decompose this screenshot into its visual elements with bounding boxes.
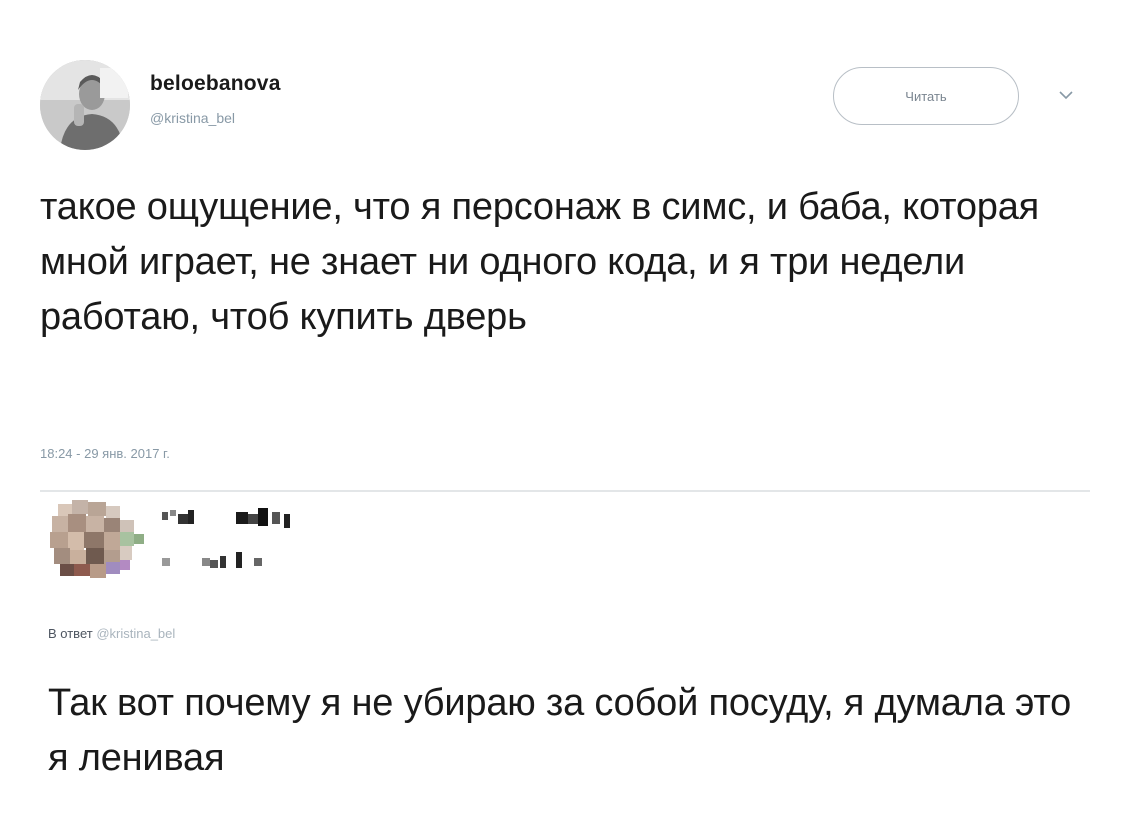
divider [40,490,1090,492]
pixelated-avatar-icon[interactable] [48,500,148,582]
author-handle[interactable]: @kristina_bel [150,110,235,126]
author-display-name[interactable]: beloebanova [150,72,281,96]
reply-text: Так вот почему я не убираю за собой посу… [48,682,1072,779]
redacted-display-name[interactable] [160,506,360,536]
reply-mention-link[interactable]: @kristina_bel [96,626,175,641]
reply-context: В ответ @kristina_bel [48,626,175,641]
tweet-text: такое ощущение, что я персонаж в симс, и… [40,186,1040,338]
follow-button[interactable]: Читать [833,67,1019,125]
reply-context-label: В ответ [48,626,93,641]
user-avatar-photo-icon [40,60,130,150]
tweet-timestamp[interactable]: 18:24 - 29 янв. 2017 г. [40,446,170,461]
chevron-down-icon[interactable] [1057,88,1075,102]
redacted-handle[interactable] [160,550,300,572]
author-avatar[interactable] [40,60,130,150]
